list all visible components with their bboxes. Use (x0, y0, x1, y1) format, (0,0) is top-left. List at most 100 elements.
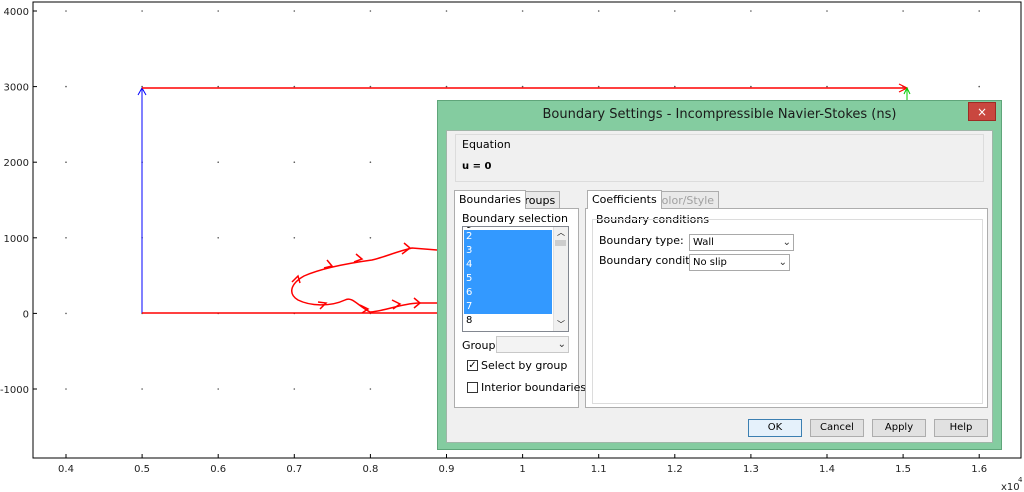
boundary-condition-select[interactable]: No slip ⌄ (689, 254, 790, 271)
boundary-selection-label: Boundary selection (462, 212, 568, 225)
grid-point (674, 10, 676, 12)
tab-coefficients[interactable]: Coefficients (587, 190, 662, 209)
grid-point (217, 85, 219, 88)
scroll-down-icon[interactable]: ﹀ (554, 319, 568, 331)
apply-button[interactable]: Apply (872, 419, 926, 437)
x-tick-label: 1.1 (591, 464, 607, 475)
list-item[interactable]: 2 (464, 230, 552, 244)
x-tick-label: 0.7 (286, 464, 302, 475)
y-tick-label: 3000 (4, 83, 29, 94)
interior-boundaries-checkbox[interactable] (467, 382, 478, 393)
grid-point (597, 10, 600, 12)
boundary-settings-dialog[interactable]: Boundary Settings - Incompressible Navie… (437, 100, 1002, 450)
group-label: Group: (462, 339, 500, 352)
chevron-down-icon: ⌄ (782, 237, 791, 248)
airfoil-boundary[interactable] (291, 242, 438, 314)
x-tick-label: 1.4 (819, 464, 835, 475)
list-item[interactable]: 8 (464, 314, 552, 328)
group-select[interactable]: ⌄ (496, 336, 569, 353)
x-tick-label: 1.3 (743, 464, 759, 475)
grid-point (65, 312, 67, 315)
grid-point (293, 161, 296, 163)
list-item[interactable]: 4 (464, 258, 552, 272)
x-tick-label: 1 (519, 464, 525, 475)
select-by-group-checkbox[interactable]: ✓ (467, 360, 478, 371)
equation-text: u = 0 (462, 161, 492, 172)
equation-label: Equation (462, 138, 511, 151)
x-tick-label: 0.9 (439, 464, 455, 475)
dialog-title: Boundary Settings - Incompressible Navie… (542, 107, 897, 122)
y-axis: 4000 3000 2000 1000 0 -1000 (0, 7, 37, 396)
grid-point (750, 85, 752, 88)
list-item[interactable]: 5 (464, 272, 552, 286)
y-tick-label: 2000 (4, 158, 29, 169)
grid-point (293, 237, 296, 239)
interior-boundaries-label: Interior boundaries (481, 381, 587, 394)
grid-point (978, 10, 980, 12)
boundary-type-value: Wall (693, 237, 714, 248)
equation-group: Equation u = 0 (455, 134, 984, 182)
tab-boundaries[interactable]: Boundaries (454, 190, 527, 209)
list-item[interactable]: 7 (464, 300, 552, 314)
grid-point (141, 85, 143, 88)
grid-point (65, 161, 67, 163)
x-tick-label: 0.5 (134, 464, 150, 475)
grid-point (369, 85, 372, 88)
grid-point (217, 10, 219, 12)
grid-point (674, 85, 676, 88)
grid-point (293, 85, 296, 88)
x-tick-label: 1.5 (895, 464, 911, 475)
close-icon[interactable]: × (968, 102, 996, 121)
boundary-list[interactable]: 1 2345678 ︿ ﹀ (462, 226, 569, 332)
grid-point (978, 85, 980, 88)
boundary-type-label: Boundary type: (599, 234, 684, 247)
y-tick-label: 0 (23, 309, 29, 320)
scroll-up-icon[interactable]: ︿ (554, 227, 568, 239)
x-tick-label: 1.6 (971, 464, 987, 475)
right-tabstrip: Coefficients Color/Style (587, 190, 787, 209)
grid-point (369, 161, 372, 163)
grid-point (369, 10, 372, 12)
checkmark-icon: ✓ (468, 360, 477, 371)
boundary-condition-value: No slip (693, 257, 727, 268)
list-scrollbar[interactable]: ︿ ﹀ (553, 227, 568, 331)
list-item: 1 (464, 227, 552, 230)
y-tick-label: 4000 (4, 7, 29, 18)
grid-point (521, 10, 524, 12)
x-tick-label: 0.8 (362, 464, 378, 475)
grid-point (65, 85, 67, 88)
grid-point (65, 237, 67, 239)
cancel-button[interactable]: Cancel (810, 419, 864, 437)
grid-point (293, 388, 296, 390)
grid-point (141, 10, 143, 12)
grid-point (369, 237, 372, 239)
grid-point (369, 388, 372, 390)
help-button[interactable]: Help (934, 419, 988, 437)
list-item[interactable]: 6 (464, 286, 552, 300)
grid-point (826, 10, 828, 12)
grid-point (217, 161, 219, 163)
grid-point (826, 85, 828, 88)
boundary-type-select[interactable]: Wall ⌄ (689, 234, 794, 251)
x-tick-label: 0.4 (58, 464, 74, 475)
scroll-thumb[interactable] (555, 240, 566, 246)
list-item[interactable]: 3 (464, 244, 552, 258)
boundaries-panel: Boundary selection 1 2345678 ︿ ﹀ Group: … (454, 208, 586, 408)
grid-point (217, 388, 219, 390)
dialog-client-area: Equation u = 0 Boundaries Groups Boundar… (446, 130, 993, 443)
grid-point (521, 85, 524, 88)
coefficients-panel: Boundary conditions Boundary type: Wall … (585, 208, 988, 408)
x-multiplier-exponent: 4 (1018, 476, 1023, 484)
chevron-down-icon: ⌄ (557, 339, 566, 350)
x-tick-label: 1.2 (667, 464, 683, 475)
ok-button[interactable]: OK (748, 419, 802, 437)
grid-point (902, 10, 904, 12)
grid-point (293, 10, 296, 12)
grid-point (65, 388, 67, 390)
left-tabstrip: Boundaries Groups (454, 190, 584, 209)
grid-point (65, 10, 67, 12)
grid-point (597, 85, 600, 88)
grid-point (445, 85, 448, 88)
grid-point (750, 10, 752, 12)
x-tick-label: 0.6 (210, 464, 226, 475)
